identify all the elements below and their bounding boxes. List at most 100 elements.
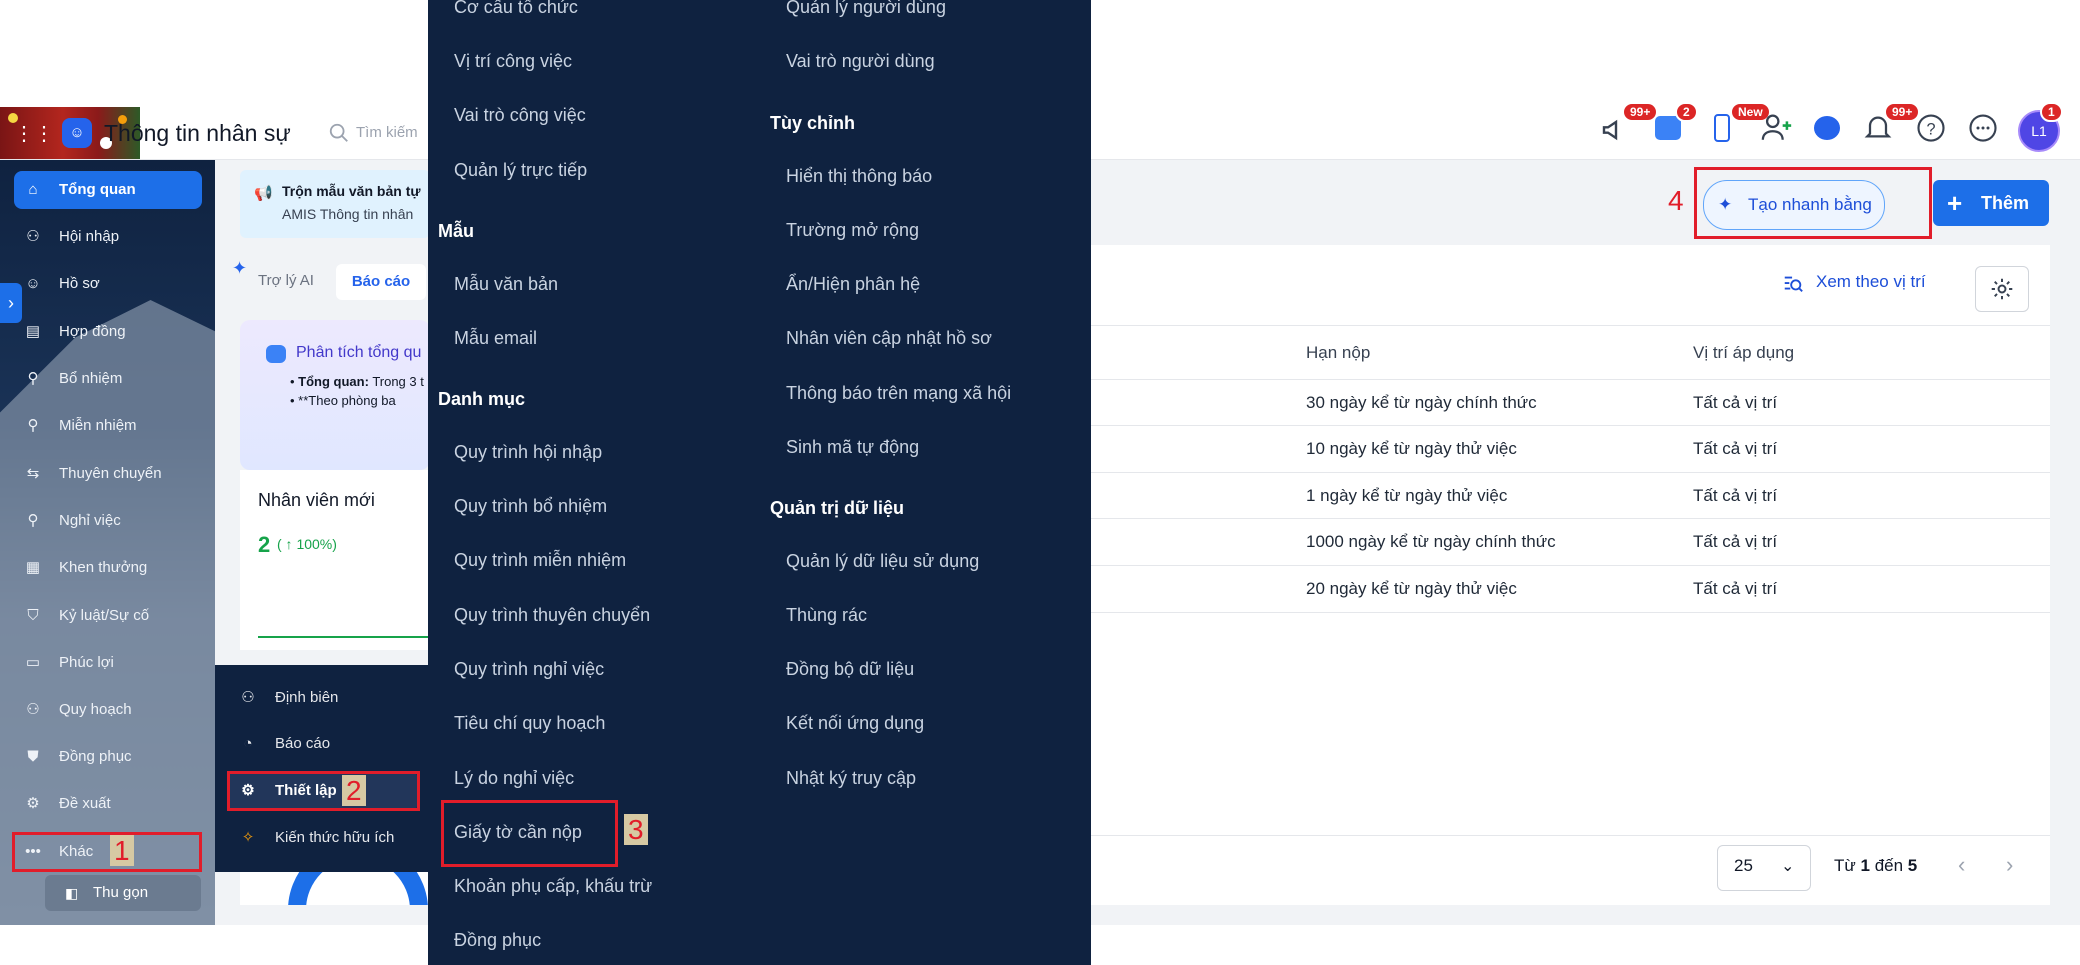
- stat-title: Nhân viên mới: [258, 490, 375, 510]
- menu-item-planning-criteria[interactable]: Tiêu chí quy hoạch: [454, 713, 605, 734]
- sidebar-item-profile[interactable]: ☺ Hồ sơ: [14, 265, 202, 303]
- sidebar-item-discipline[interactable]: ⛉ Kỷ luật/Sự cố: [14, 597, 202, 635]
- appoint-icon: ⚲: [27, 370, 39, 387]
- store-badge: 2: [1675, 102, 1698, 122]
- menu-item-module-visibility[interactable]: Ẩn/Hiện phân hệ: [786, 274, 920, 295]
- menu-item-direct-manager[interactable]: Quản lý trực tiếp: [454, 160, 587, 181]
- search-icon[interactable]: [328, 122, 350, 144]
- search-input[interactable]: Tìm kiếm: [356, 124, 418, 141]
- position-cell: Tất cả vị trí: [1693, 393, 1778, 412]
- view-by-position-icon[interactable]: [1782, 273, 1804, 295]
- menu-item-data-usage[interactable]: Quản lý dữ liệu sử dụng: [786, 551, 979, 572]
- table-row[interactable]: 20 ngày kể từ ngày thử việc Tất cả vị tr…: [1090, 565, 2050, 613]
- help-icon[interactable]: ?: [1916, 110, 1960, 146]
- menu-item-transfer-process[interactable]: Quy trình thuyên chuyển: [454, 605, 650, 626]
- promo-banner[interactable]: [240, 170, 430, 238]
- menu-item-appointment-process[interactable]: Quy trình bổ nhiệm: [454, 496, 607, 517]
- menu-item-email-template[interactable]: Mẫu email: [454, 328, 537, 349]
- submenu-item-report[interactable]: ◔ Báo cáo: [227, 725, 417, 763]
- annotation-number-3: 3: [624, 814, 648, 845]
- table-row[interactable]: 1000 ngày kể từ ngày chính thức Tất cả v…: [1090, 518, 2050, 565]
- menu-item-access-log[interactable]: Nhật ký truy cập: [786, 768, 916, 789]
- table-row[interactable]: 10 ngày kể từ ngày thử việc Tất cả vị tr…: [1090, 425, 2050, 472]
- app-grid-icon[interactable]: ⋮⋮: [14, 121, 54, 147]
- menu-item-onboarding-process[interactable]: Quy trình hội nhập: [454, 442, 602, 463]
- menu-item-employee-profile-update[interactable]: Nhân viên cập nhật hồ sơ: [786, 328, 992, 349]
- menu-item-resignation-reason[interactable]: Lý do nghỉ việc: [454, 768, 574, 789]
- menu-item-dismissal-process[interactable]: Quy trình miễn nhiệm: [454, 550, 626, 571]
- sidebar-item-planning[interactable]: ⚇ Quy hoạch: [14, 691, 202, 729]
- table-row[interactable]: 1 ngày kể từ ngày thử việc Tất cả vị trí: [1090, 472, 2050, 519]
- menu-item-job-role[interactable]: Vai trò công việc: [454, 105, 586, 126]
- menu-item-app-connections[interactable]: Kết nối ứng dụng: [786, 713, 924, 734]
- more-options-icon[interactable]: [1968, 110, 2012, 146]
- welfare-icon: ▭: [25, 654, 41, 671]
- sidebar-item-label: Kỷ luật/Sự cố: [59, 607, 150, 624]
- sidebar-item-resignation[interactable]: ⚲ Nghỉ việc: [14, 502, 202, 540]
- page-size-select[interactable]: [1717, 845, 1811, 891]
- chevron-left-icon[interactable]: ‹: [1958, 852, 1965, 878]
- notification-badge: 99+: [1884, 102, 1921, 122]
- pager-divider: [1090, 835, 2050, 836]
- sidebar-item-transfer[interactable]: ⇆ Thuyên chuyển: [14, 455, 202, 493]
- menu-item-allowances-deductions[interactable]: Khoản phụ cấp, khấu trừ: [454, 876, 652, 897]
- menu-item-extended-fields[interactable]: Trường mở rộng: [786, 220, 919, 241]
- column-header-position[interactable]: Vị trí áp dụng: [1693, 343, 1794, 363]
- chevron-right-icon[interactable]: ›: [2006, 852, 2013, 878]
- sidebar-item-appointment[interactable]: ⚲ Bổ nhiệm: [14, 360, 202, 398]
- megaphone-icon[interactable]: 99+: [1600, 102, 1659, 146]
- menu-item-document-template[interactable]: Mẫu văn bản: [454, 274, 558, 295]
- sidebar-item-reward[interactable]: ▦ Khen thưởng: [14, 549, 202, 587]
- sidebar-item-contract[interactable]: ▤ Hợp đồng: [14, 313, 202, 351]
- add-user-icon[interactable]: [1760, 110, 1804, 146]
- menu-item-social-notifications[interactable]: Thông báo trên mạng xã hội: [786, 383, 1011, 404]
- svg-text:?: ?: [1926, 120, 1935, 138]
- menu-item-auto-code[interactable]: Sinh mã tự động: [786, 437, 919, 458]
- table-row[interactable]: 30 ngày kể từ ngày chính thức Tất cả vị …: [1090, 379, 2050, 426]
- sidebar-item-overview[interactable]: ⌂ Tổng quan: [14, 171, 202, 209]
- ai-card-line: • **Theo phòng ba: [290, 393, 396, 408]
- deadline-cell: 30 ngày kể từ ngày chính thức: [1306, 393, 1537, 412]
- sidebar-item-welfare[interactable]: ▭ Phúc lợi: [14, 644, 202, 682]
- menu-item-trash[interactable]: Thùng rác: [786, 605, 867, 626]
- menu-item-user-role[interactable]: Vai trò người dùng: [786, 51, 935, 72]
- pager-range-from: 1: [1860, 856, 1870, 875]
- megaphone-small-icon: 📢: [254, 185, 273, 202]
- sidebar-item-onboarding[interactable]: ⚇ Hội nhập: [14, 218, 202, 256]
- banner-subtitle: AMIS Thông tin nhân: [282, 206, 414, 222]
- submenu-item-label: Định biên: [275, 689, 339, 706]
- view-by-position-button[interactable]: Xem theo vị trí: [1816, 272, 1926, 292]
- collapse-icon: ◧: [65, 885, 79, 901]
- menu-item-notification-display[interactable]: Hiển thị thông báo: [786, 166, 932, 187]
- sidebar-item-label: Tổng quan: [59, 181, 136, 198]
- table-settings-button[interactable]: [1975, 266, 2029, 312]
- tab-ai-assistant[interactable]: Trợ lý AI: [258, 272, 314, 289]
- deadline-cell: 1000 ngày kể từ ngày chính thức: [1306, 532, 1556, 551]
- column-header-deadline[interactable]: Hạn nộp: [1306, 343, 1370, 363]
- sidebar-item-label: Nghỉ việc: [59, 512, 121, 529]
- menu-item-resignation-process[interactable]: Quy trình nghỉ việc: [454, 659, 604, 680]
- collapse-sidebar-button[interactable]: ◧ Thu gọn: [45, 875, 201, 911]
- avatar[interactable]: L1 1: [2018, 102, 2063, 152]
- pager-range: Từ 1 đến 5: [1834, 856, 1917, 876]
- ai-card-line-label: Tổng quan:: [298, 374, 369, 389]
- menu-item-data-sync[interactable]: Đồng bộ dữ liệu: [786, 659, 914, 680]
- menu-item-uniform[interactable]: Đồng phục: [454, 930, 541, 951]
- add-button[interactable]: + Thêm: [1933, 180, 2049, 226]
- knowledge-icon: ✧: [241, 829, 255, 846]
- notification-bell-icon[interactable]: 99+: [1862, 102, 1921, 146]
- sidebar-item-proposal[interactable]: ⚙ Đề xuất: [14, 785, 202, 823]
- menu-item-org-structure[interactable]: Cơ cấu tổ chức: [454, 0, 578, 18]
- submenu-item-headcount[interactable]: ⚇ Định biên: [227, 679, 417, 717]
- menu-item-job-position[interactable]: Vị trí công việc: [454, 51, 572, 72]
- submenu-item-knowledge[interactable]: ✧ Kiến thức hữu ích: [227, 819, 417, 857]
- mobile-app-icon[interactable]: New: [1708, 102, 1771, 146]
- menu-item-user-management[interactable]: Quản lý người dùng: [786, 0, 946, 18]
- chat-icon[interactable]: [1810, 110, 1854, 146]
- annotation-box-2: [227, 771, 420, 811]
- sidebar-item-uniform[interactable]: ⛊ Đồng phục: [14, 738, 202, 776]
- proposal-icon: ⚙: [26, 795, 40, 812]
- tab-report[interactable]: Báo cáo: [336, 264, 426, 300]
- store-icon[interactable]: 2: [1653, 102, 1698, 146]
- sidebar-item-dismissal[interactable]: ⚲ Miễn nhiệm: [14, 407, 202, 445]
